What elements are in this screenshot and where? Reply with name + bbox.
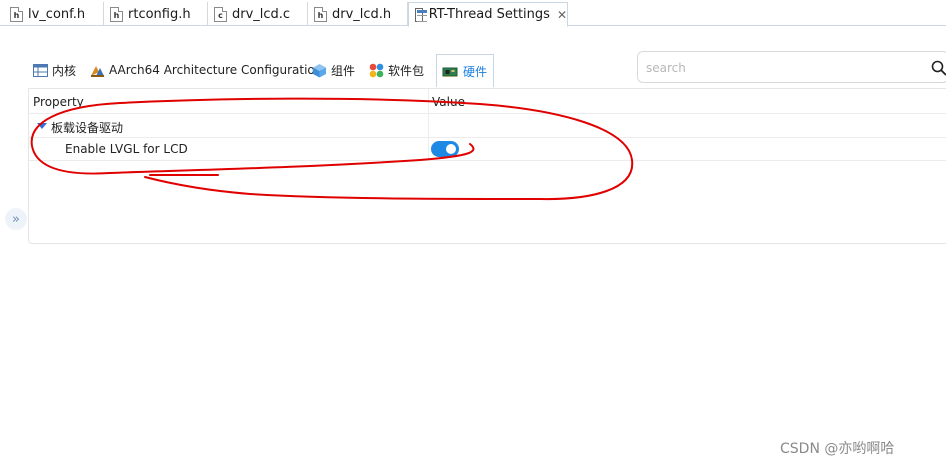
editor-tab-rt-thread-settings[interactable]: RT-Thread Settings ✕: [408, 2, 568, 27]
settings-tab-architecture[interactable]: AArch64 Architecture Configuration: [90, 59, 322, 81]
table-header: Property Value: [29, 89, 946, 114]
header-file-icon: h: [314, 6, 327, 22]
editor-tab-bar: h lv_conf.h h rtconfig.h c drv_lcd.c h d…: [0, 0, 946, 27]
editor-tab-label: RT-Thread Settings: [428, 7, 550, 22]
table-row[interactable]: Enable LVGL for LCD: [29, 138, 946, 161]
settings-tab-label: AArch64 Architecture Configuration: [109, 63, 323, 77]
editor-tab-drv-lcd-h[interactable]: h drv_lcd.h: [308, 2, 408, 26]
settings-tab-label: 软件包: [388, 63, 425, 78]
search-input[interactable]: [646, 58, 916, 78]
editor-tab-lv-conf[interactable]: h lv_conf.h: [4, 2, 104, 26]
settings-tab-hardware[interactable]: 硬件: [436, 54, 495, 87]
settings-tab-kernel[interactable]: 内核: [33, 59, 76, 81]
table-icon: [33, 63, 48, 77]
search-box: [637, 51, 946, 83]
header-file-icon: h: [10, 6, 23, 22]
settings-file-icon: [415, 7, 427, 22]
tree-group-row[interactable]: 板载设备驱动: [29, 115, 946, 138]
settings-tab-label: 硬件: [463, 64, 488, 79]
editor-tab-label: rtconfig.h: [128, 6, 191, 22]
settings-tab-label: 内核: [52, 63, 77, 78]
c-file-icon: c: [214, 6, 227, 22]
expand-sidebar-button[interactable]: »: [5, 208, 27, 230]
editor-tab-label: drv_lcd.c: [232, 6, 291, 22]
packages-icon: [369, 63, 384, 77]
toggle-knob: [446, 144, 456, 154]
tree-group-label: 板载设备驱动: [51, 121, 124, 135]
editor-tab-drv-lcd-c[interactable]: c drv_lcd.c: [208, 2, 308, 26]
enable-lvgl-toggle[interactable]: [431, 141, 459, 157]
expand-caret-icon[interactable]: [37, 123, 47, 129]
column-header-property[interactable]: Property: [33, 95, 84, 109]
architecture-icon: [91, 65, 104, 77]
editor-tab-label: drv_lcd.h: [332, 6, 392, 22]
close-icon[interactable]: ✕: [557, 8, 567, 22]
watermark: CSDN @亦哟啊哈: [780, 441, 895, 457]
settings-tab-label: 组件: [331, 63, 356, 78]
column-header-value[interactable]: Value: [432, 95, 465, 109]
cube-icon: [313, 63, 326, 77]
search-icon[interactable]: [931, 60, 946, 76]
property-table: Property Value 板载设备驱动 Enable LVGL for LC…: [28, 88, 946, 244]
header-file-icon: h: [110, 6, 123, 22]
editor-tab-label: lv_conf.h: [28, 6, 86, 22]
settings-tab-packages[interactable]: 软件包: [369, 59, 424, 81]
board-icon: [442, 67, 458, 77]
editor-tab-rtconfig[interactable]: h rtconfig.h: [104, 2, 208, 26]
settings-tab-components[interactable]: 组件: [312, 59, 355, 81]
property-name: Enable LVGL for LCD: [65, 142, 188, 156]
